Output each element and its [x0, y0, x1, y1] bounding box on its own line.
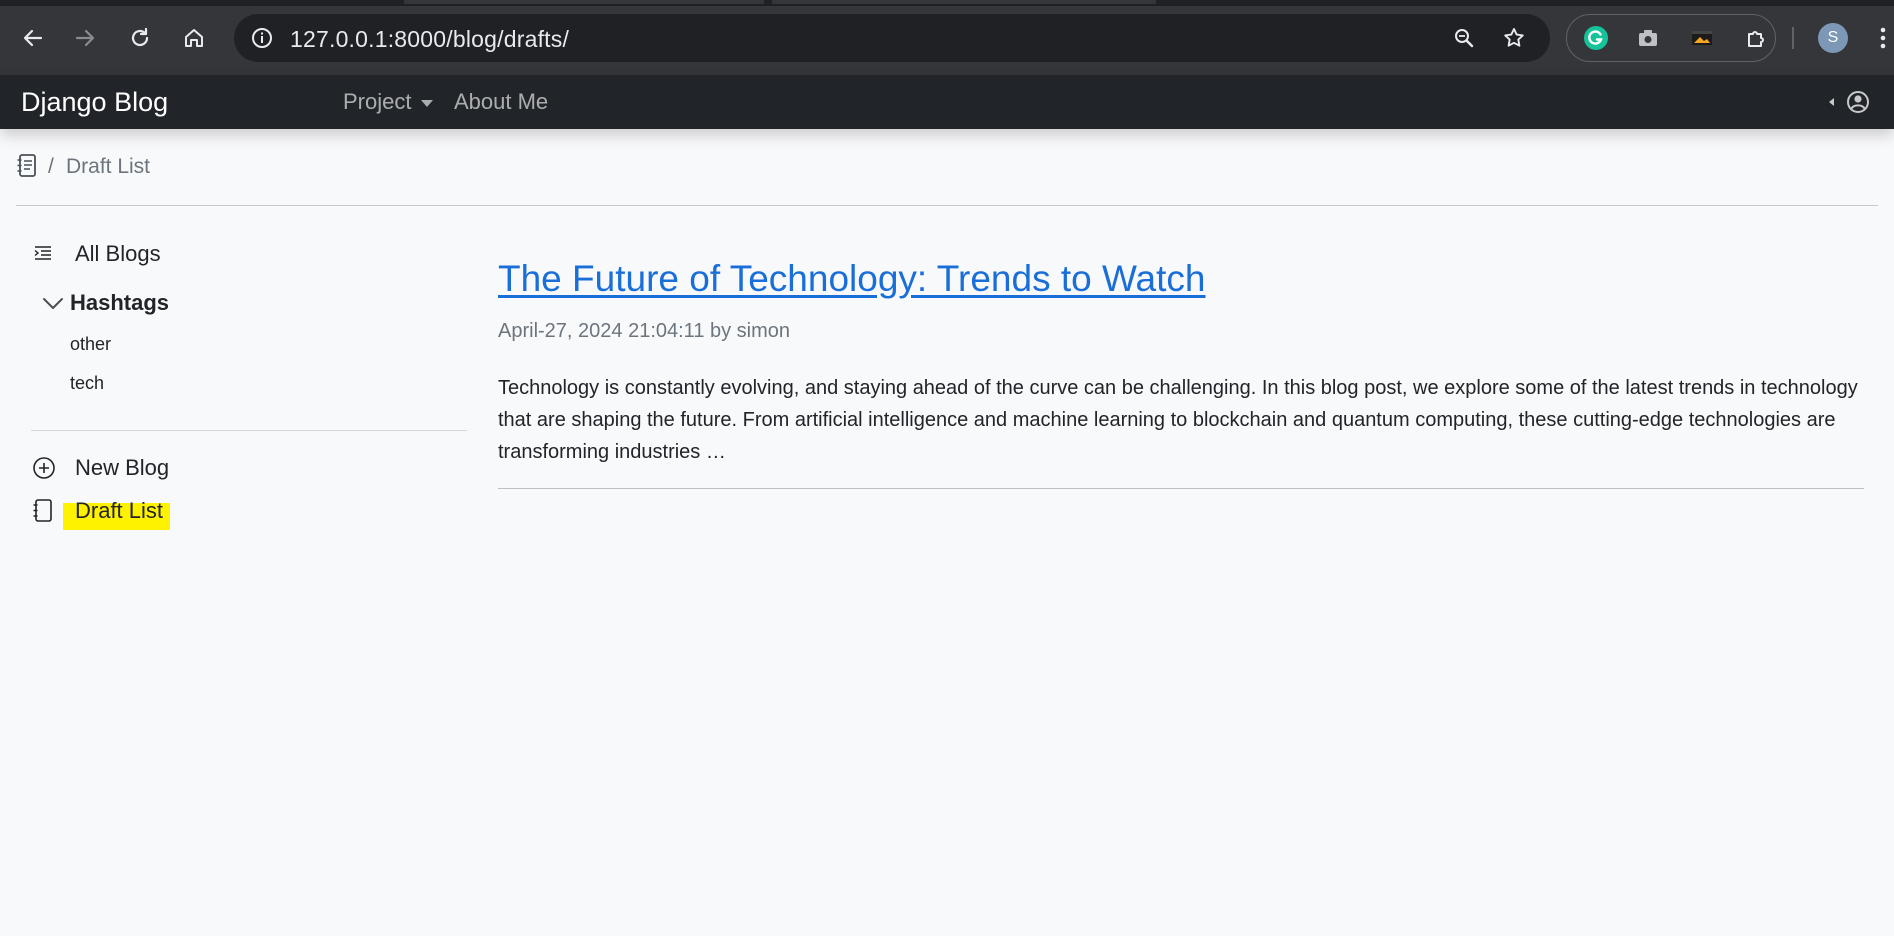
forward-icon[interactable] — [69, 22, 101, 54]
sidebar-item-new-blog[interactable]: New Blog — [75, 455, 169, 481]
hashtag-link[interactable]: other — [70, 334, 111, 355]
plus-circle-icon[interactable] — [32, 456, 56, 485]
toolbar-divider — [1792, 27, 1794, 49]
extensions-puzzle-icon[interactable] — [1743, 25, 1769, 51]
post-divider — [498, 488, 1864, 489]
user-account-icon[interactable] — [1826, 87, 1880, 122]
post-title-link[interactable]: The Future of Technology: Trends to Watc… — [498, 258, 1205, 300]
breadcrumb-current: Draft List — [66, 155, 151, 178]
home-icon[interactable] — [178, 22, 210, 54]
hashtags-toggle[interactable]: Hashtags — [70, 290, 169, 316]
profile-avatar[interactable]: S — [1818, 23, 1848, 53]
sidebar-divider — [31, 430, 467, 431]
sidebar-item-draft-list[interactable]: Draft List — [75, 498, 163, 524]
inactive-tab-hint — [772, 0, 1156, 4]
brand-link[interactable]: Django Blog — [21, 87, 168, 118]
nav-project-dropdown[interactable]: Project — [343, 89, 411, 115]
chevron-down-icon[interactable] — [42, 296, 64, 315]
breadcrumb-separator: / — [48, 155, 54, 178]
address-bar[interactable]: 127.0.0.1:8000/blog/drafts/ — [234, 14, 1550, 62]
browser-toolbar: 127.0.0.1:8000/blog/drafts/ S — [0, 0, 1894, 75]
caret-down-icon[interactable] — [421, 100, 433, 107]
app-navbar: Django Blog Project About Me — [0, 75, 1894, 129]
camera-icon[interactable] — [1635, 25, 1661, 51]
grammarly-icon[interactable] — [1583, 25, 1609, 51]
hashtag-link[interactable]: tech — [70, 373, 104, 394]
journal-icon[interactable] — [32, 498, 54, 529]
divider — [16, 205, 1878, 206]
post-meta: April-27, 2024 21:04:11 by simon — [498, 320, 791, 342]
active-tab-hint — [404, 0, 764, 4]
journal-icon[interactable] — [16, 153, 38, 185]
nav-about-me[interactable]: About Me — [454, 89, 548, 115]
site-info-icon[interactable] — [250, 26, 274, 55]
browser-menu-icon[interactable] — [1880, 24, 1886, 52]
screen-capture-icon[interactable] — [1689, 25, 1715, 51]
back-icon[interactable] — [17, 22, 49, 54]
extensions-group — [1566, 14, 1776, 62]
zoom-icon[interactable] — [1452, 26, 1476, 55]
list-indent-icon[interactable] — [33, 243, 53, 268]
bookmark-star-icon[interactable] — [1502, 26, 1526, 55]
url-text[interactable]: 127.0.0.1:8000/blog/drafts/ — [290, 26, 569, 53]
reload-icon[interactable] — [124, 22, 156, 54]
post-excerpt: Technology is constantly evolving, and s… — [498, 377, 1858, 463]
sidebar-item-all-blogs[interactable]: All Blogs — [75, 241, 161, 267]
